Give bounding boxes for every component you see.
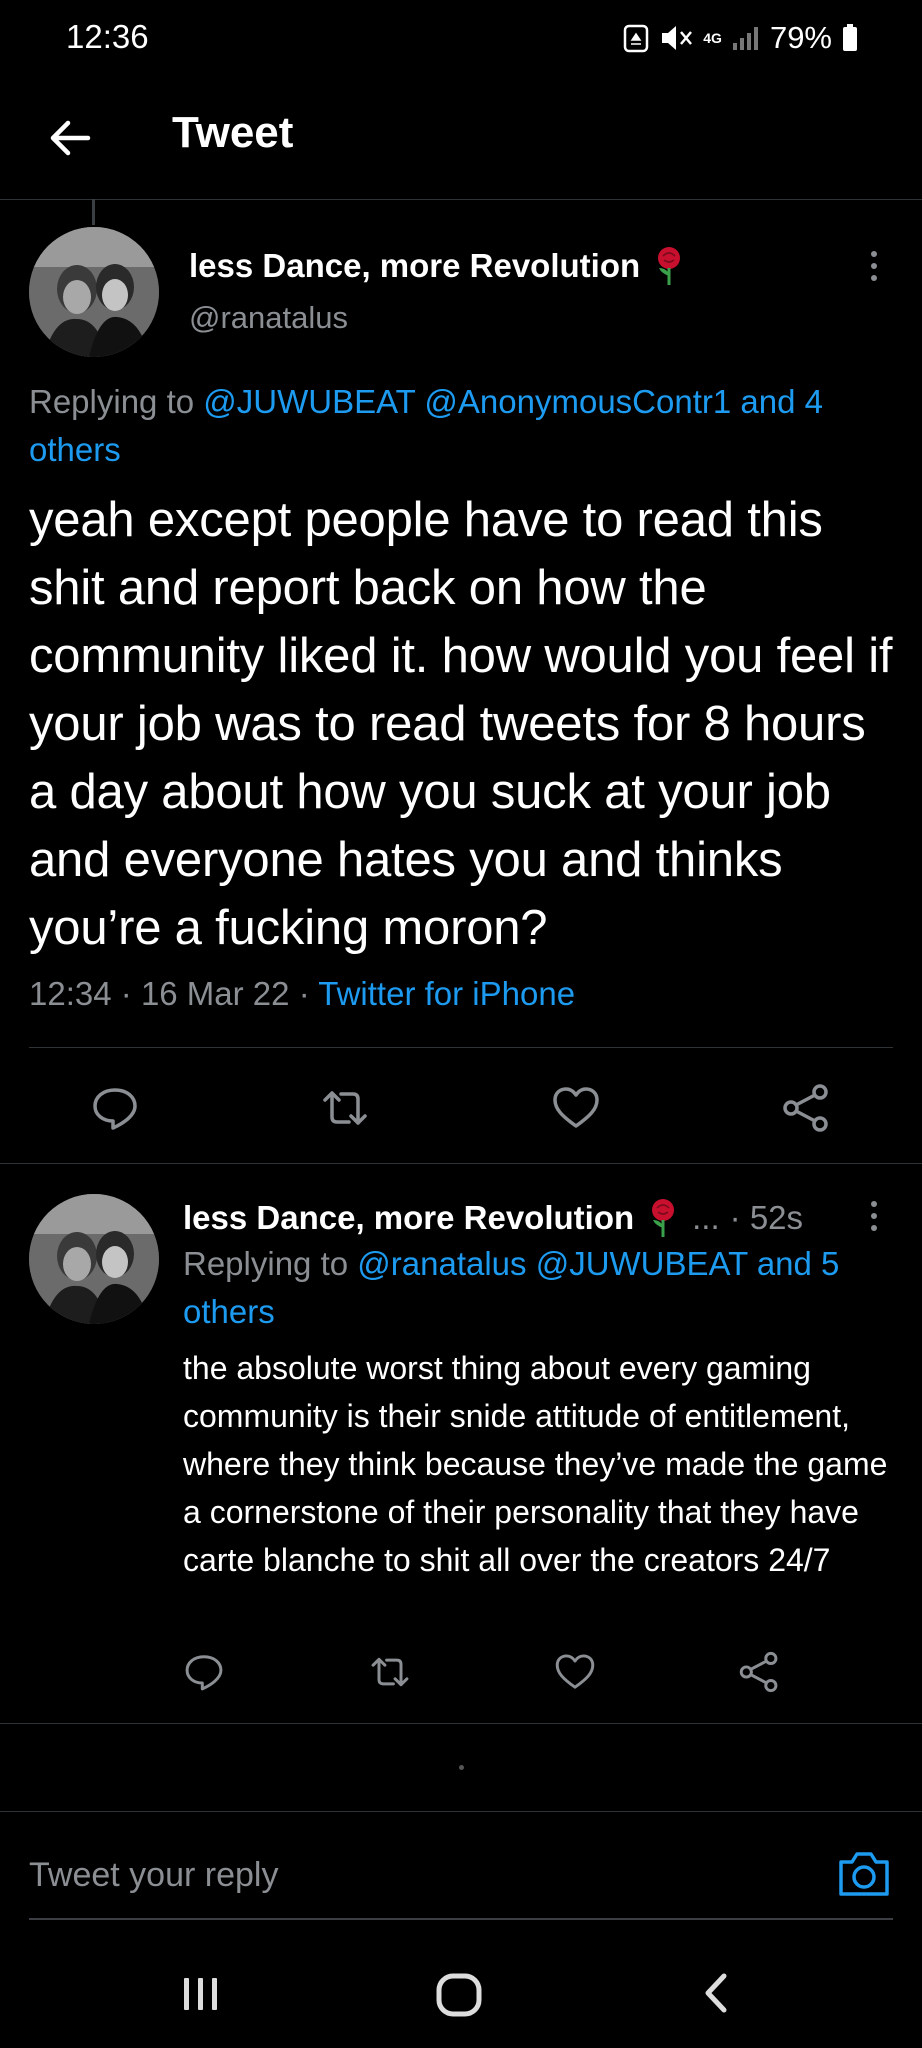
recent-apps-icon [184,1978,217,2010]
tweet-actions [0,1646,922,1706]
replying-to: Replying to @ranatalus @JUWUBEAT and 5 o… [183,1240,893,1336]
chevron-left-icon [705,1973,727,2013]
avatar[interactable] [29,227,159,357]
author-handle[interactable]: @ranatalus [189,300,348,336]
reply-button[interactable] [89,1082,141,1134]
top-app-bar: Tweet [0,84,922,200]
avatar[interactable] [29,1194,159,1324]
back-button[interactable] [40,108,100,168]
reply-tweet-header: less Dance, more Revolution ... · 52s [183,1194,883,1242]
like-button[interactable] [553,1650,597,1694]
tweet-time: 12:34 [29,975,112,1012]
meta-separator: · [298,975,319,1012]
reply-input[interactable] [29,1850,809,1900]
camera-icon [839,1852,889,1896]
thread-connector-line [92,199,95,225]
divider [0,1723,922,1724]
avatar-photo [29,227,159,357]
battery-icon [843,24,857,51]
signal-icon [732,27,758,50]
reply-icon [93,1088,137,1130]
tweet-meta: 12:34 · 16 Mar 22 · Twitter for iPhone [29,975,575,1013]
more-options-button[interactable] [862,1196,886,1236]
relative-time[interactable]: · 52s [730,1199,803,1237]
reply-icon [185,1655,223,1691]
input-underline [29,1918,893,1920]
share-icon [783,1084,828,1132]
divider [29,1047,893,1048]
home-button[interactable] [434,1970,484,2020]
tweet-text: yeah except people have to read this shi… [29,493,893,955]
recent-apps-button[interactable] [178,1970,224,2016]
system-back-button[interactable] [694,1970,740,2016]
author-display-name[interactable]: less Dance, more Revolution [183,1199,634,1237]
network-type: 4G [703,30,722,46]
meta-separator: · [120,975,141,1012]
battery-percentage: 79% [769,20,832,55]
replying-to-prefix: Replying to [29,383,195,420]
like-icon [553,1087,599,1128]
retweet-icon [323,1091,367,1125]
avatar-photo [29,1194,159,1324]
camera-button[interactable] [835,1848,893,1900]
rose-icon [658,247,681,285]
more-vertical-icon [871,1201,877,1231]
retweet-button[interactable] [368,1650,412,1694]
like-icon [555,1654,595,1689]
loading-indicator [459,1765,464,1770]
rose-icon [652,1199,675,1237]
mute-icon [662,26,693,50]
author-name[interactable]: less Dance, more Revolution [189,246,684,286]
retweet-icon [371,1657,409,1687]
share-button[interactable] [737,1650,781,1694]
reply-button[interactable] [182,1650,226,1694]
share-icon [739,1651,778,1693]
more-vertical-icon [871,251,877,281]
status-time: 12:36 [66,18,149,55]
tweet-actions [0,1078,922,1138]
like-button[interactable] [550,1082,602,1134]
truncated-handle: ... [692,1199,720,1236]
retweet-button[interactable] [319,1082,371,1134]
more-options-button[interactable] [862,246,886,286]
replying-to-prefix: Replying to [183,1245,349,1282]
page-title: Tweet [172,108,294,157]
tweet-date: 16 Mar 22 [140,975,290,1012]
tweet-source-link[interactable]: Twitter for iPhone [318,975,575,1012]
divider [0,1163,922,1164]
status-icons: 4G 79% [623,18,858,58]
arrow-left-icon [50,120,91,156]
home-icon [436,1973,482,2017]
replying-to: Replying to @JUWUBEAT @AnonymousContr1 a… [29,378,889,474]
author-display-name: less Dance, more Revolution [189,247,641,284]
status-bar: 12:36 4G 79% [0,0,922,84]
share-button[interactable] [780,1082,832,1134]
system-navigation-bar [0,1940,922,2048]
recycle-icon [624,24,649,53]
divider [0,1811,922,1812]
tweet-text: the absolute worst thing about every gam… [183,1350,888,1578]
